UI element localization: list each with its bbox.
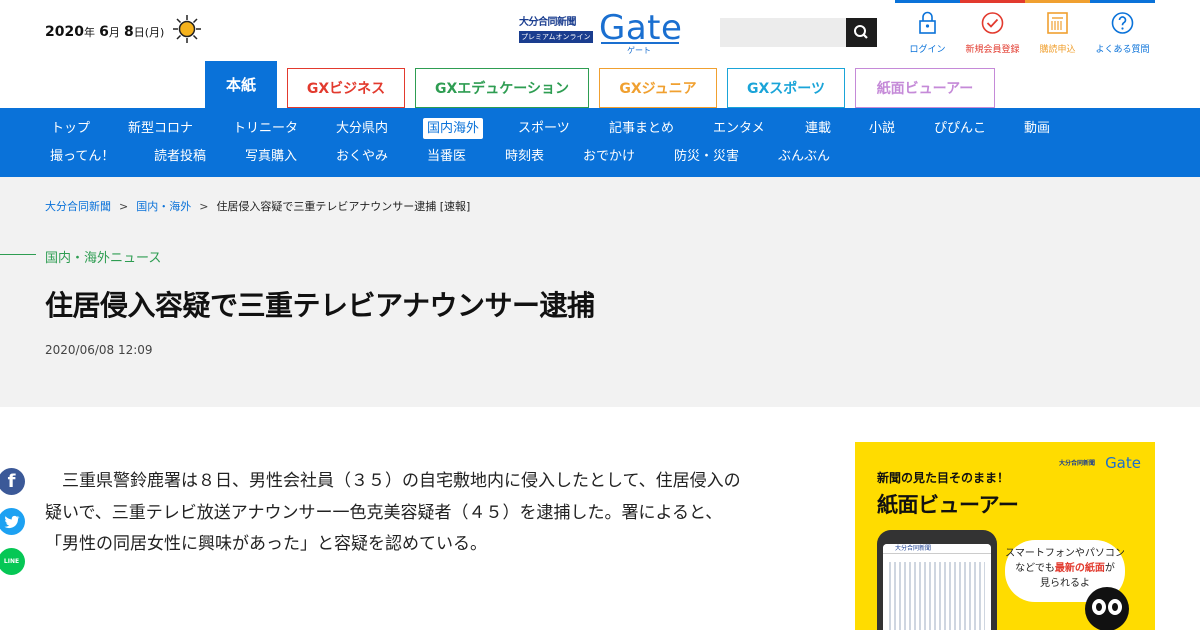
- logo-underline: [601, 42, 679, 44]
- subscribe-bar: [1025, 0, 1090, 3]
- article-header: 大分合同新聞 > 国内・海外 > 住居侵入容疑で三重テレビアナウンサー逮捕 [速報] 国…: [0, 177, 1200, 407]
- line-share-button[interactable]: LINE: [0, 548, 25, 575]
- facebook-share-button[interactable]: f: [0, 468, 25, 495]
- tab-gx-business[interactable]: GXビジネス: [287, 68, 405, 108]
- nav-top[interactable]: トップ: [51, 118, 90, 139]
- check-circle-icon: [981, 12, 1004, 34]
- bubble-line-2a: などでも: [1015, 563, 1055, 574]
- viewer-ad-banner[interactable]: 大分合同新聞 Gate 新聞の見た目そのまま！ 紙面ビューアー 大分合同新聞 ス…: [855, 442, 1155, 630]
- nav-obituary[interactable]: おくやみ: [336, 146, 388, 167]
- nav-trinita[interactable]: トリニータ: [233, 118, 298, 139]
- line-icon: LINE: [3, 558, 20, 565]
- body-line: 「男性の同居女性に興味があった」と容疑を認めている。: [45, 534, 487, 554]
- tab-gx-junior[interactable]: GXジュニア: [599, 68, 717, 108]
- date-year-unit: 年: [83, 26, 95, 39]
- nav-entame[interactable]: エンタメ: [713, 118, 765, 139]
- phone-screen: 大分合同新聞: [883, 544, 991, 630]
- ad-logo-brand: Gate: [1105, 454, 1141, 472]
- article-body: 三重県警鈴鹿署は８日、男性会社員（３５）の自宅敷地内に侵入したとして、住居侵入の…: [45, 466, 795, 561]
- article-category[interactable]: 国内・海外ニュース: [45, 247, 161, 266]
- nav-novel[interactable]: 小説: [869, 118, 895, 139]
- ad-tagline: 新聞の見た目そのまま！: [877, 471, 1010, 485]
- tab-gx-sports[interactable]: GXスポーツ: [727, 68, 845, 108]
- bubble-highlight: 最新の紙面: [1054, 563, 1105, 574]
- nav-sports[interactable]: スポーツ: [518, 118, 570, 139]
- twitter-share-button[interactable]: [0, 508, 25, 535]
- bubble-line-2b: が: [1104, 563, 1115, 574]
- lock-icon: [919, 11, 936, 34]
- nav-summary[interactable]: 記事まとめ: [609, 118, 674, 139]
- nav-on-duty-doctor[interactable]: 当番医: [427, 146, 466, 167]
- search-icon: [854, 25, 868, 39]
- nav-serial[interactable]: 連載: [805, 118, 831, 139]
- date-month: 6: [99, 24, 109, 40]
- body-line: 疑いで、三重テレビ放送アナウンサー一色克美容疑者（４５）を逮捕した。署によると、: [45, 502, 723, 523]
- nav-photo-buy[interactable]: 写真購入: [245, 146, 297, 167]
- main-nav: トップ 新型コロナ トリニータ 大分県内 国内海外 スポーツ 記事まとめ エンタ…: [0, 108, 1200, 177]
- logo-badge: 大分合同新聞 プレミアムオンライン: [519, 16, 593, 43]
- faq-link[interactable]: よくある質問: [1090, 0, 1155, 60]
- article-title: 住居侵入容疑で三重テレビアナウンサー逮捕: [45, 289, 595, 322]
- logo-brand-kana: ゲート: [627, 46, 651, 55]
- register-bar: [960, 0, 1025, 3]
- tab-gx-education[interactable]: GXエデュケーション: [415, 68, 589, 108]
- nav-outing[interactable]: おでかけ: [583, 146, 635, 167]
- mascot-character: [1085, 587, 1129, 630]
- page: 2020年 6月 8日(月) 大分合同新聞 プレミアムオンライン Gate ゲー…: [0, 0, 1200, 630]
- breadcrumb: 大分合同新聞 > 国内・海外 > 住居侵入容疑で三重テレビアナウンサー逮捕 [速報]: [45, 198, 470, 214]
- nav-covid[interactable]: 新型コロナ: [128, 118, 193, 139]
- nav-domestic-intl[interactable]: 国内海外: [423, 118, 484, 139]
- breadcrumb-current: 住居侵入容疑で三重テレビアナウンサー逮捕 [速報]: [216, 200, 471, 213]
- body-line: 三重県警鈴鹿署は８日、男性会社員（３５）の自宅敷地内に侵入したとして、住居侵入の: [45, 471, 741, 491]
- twitter-icon: [4, 515, 20, 528]
- date-day: 8: [124, 24, 134, 40]
- search-button[interactable]: [846, 18, 877, 47]
- bubble-line-1: スマートフォンやパソコン: [1005, 548, 1125, 559]
- breadcrumb-sep: >: [119, 200, 129, 213]
- date-weekday: (月): [144, 26, 165, 39]
- logo-publisher: 大分合同新聞: [519, 17, 577, 28]
- search-input[interactable]: [720, 18, 846, 47]
- phone-illustration: 大分合同新聞: [877, 530, 997, 630]
- sun-icon: [173, 15, 201, 43]
- nav-disaster[interactable]: 防災・災害: [674, 146, 739, 167]
- question-icon: [1111, 12, 1134, 34]
- tab-viewer[interactable]: 紙面ビューアー: [855, 68, 995, 108]
- faq-bar: [1090, 0, 1155, 3]
- article-date: 2020/06/08 12:09: [45, 343, 153, 357]
- date-year: 2020: [45, 24, 84, 40]
- mascot-eye: [1092, 599, 1106, 615]
- nav-totten[interactable]: 撮ってん！: [50, 146, 114, 167]
- nav-pipinko[interactable]: ぴぴんこ: [934, 118, 986, 139]
- date-month-unit: 月: [108, 26, 120, 39]
- faq-label: よくある質問: [1095, 45, 1150, 55]
- nav-timetable[interactable]: 時刻表: [505, 146, 544, 167]
- nav-bunbun[interactable]: ぶんぶん: [778, 146, 830, 167]
- bubble-text: スマートフォンやパソコン などでも最新の紙面が 見られるよ: [1005, 546, 1125, 591]
- phone-header: 大分合同新聞: [883, 544, 991, 554]
- category-rule: [0, 254, 36, 255]
- site-logo[interactable]: 大分合同新聞 プレミアムオンライン Gate ゲート: [519, 8, 684, 57]
- header-date: 2020年 6月 8日(月): [45, 24, 164, 40]
- breadcrumb-sep: >: [199, 200, 209, 213]
- ad-logo-publisher: 大分合同新聞: [1058, 460, 1095, 467]
- ad-title: 紙面ビューアー: [877, 493, 1019, 517]
- facebook-icon: f: [7, 471, 16, 492]
- login-bar: [895, 0, 960, 3]
- newspaper-icon: [1047, 12, 1068, 34]
- bubble-line-3: 見られるよ: [1040, 578, 1090, 589]
- breadcrumb-home[interactable]: 大分合同新聞: [45, 200, 111, 213]
- nav-video[interactable]: 動画: [1024, 118, 1050, 139]
- newspaper-page: [889, 562, 985, 630]
- breadcrumb-section[interactable]: 国内・海外: [136, 200, 191, 213]
- logo-tagline: プレミアムオンライン: [519, 31, 593, 43]
- nav-oita[interactable]: 大分県内: [336, 118, 388, 139]
- mascot-eye: [1108, 599, 1122, 615]
- date-day-unit: 日: [133, 26, 145, 39]
- tab-honshi[interactable]: 本紙: [205, 61, 277, 108]
- nav-reader-post[interactable]: 読者投稿: [154, 146, 206, 167]
